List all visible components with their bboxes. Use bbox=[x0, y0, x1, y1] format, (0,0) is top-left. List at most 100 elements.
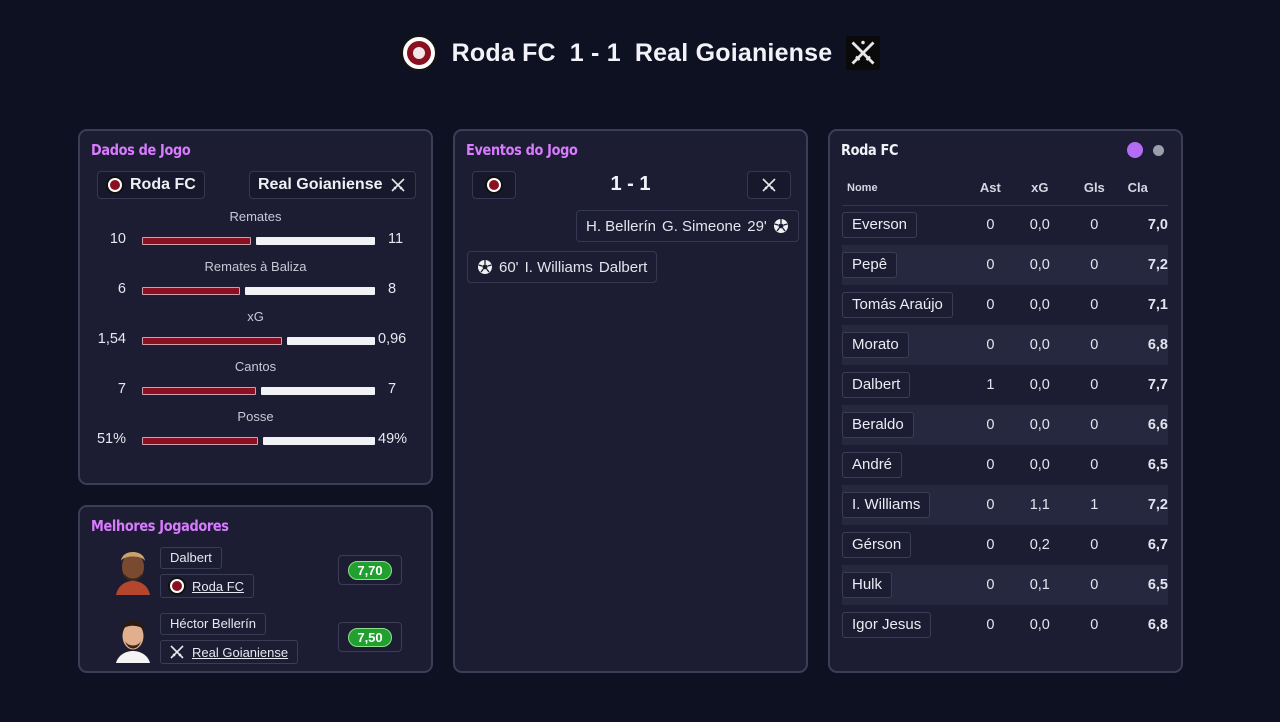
real-goianiense-crest-icon bbox=[168, 643, 186, 661]
column-header-gls[interactable]: Gls bbox=[1067, 171, 1122, 205]
stat-away-value: 11 bbox=[388, 231, 404, 247]
stat-away-value: 0,96 bbox=[378, 331, 407, 347]
column-header-ast[interactable]: Ast bbox=[968, 171, 1012, 205]
player-xg: 0,0 bbox=[1029, 377, 1050, 393]
player-goals: 0 bbox=[1090, 457, 1099, 473]
match-score: 1 - 1 bbox=[569, 38, 621, 67]
real-goianiense-crest-icon bbox=[389, 176, 407, 194]
player-xg: 1,1 bbox=[1012, 485, 1068, 525]
lineup-panel: Roda FC Nome Ast xG Gls Cla Everson 0 0,0 0… bbox=[828, 129, 1183, 673]
table-row[interactable]: Dalbert 1 0,0 0 7,7 bbox=[842, 365, 1168, 405]
event-minute: 29' bbox=[747, 217, 767, 235]
player-name-chip[interactable]: Igor Jesus bbox=[842, 612, 932, 638]
stat-label: Remates à Baliza bbox=[204, 259, 307, 274]
player-rating: 7,2 bbox=[1121, 485, 1168, 525]
player-goals: 0 bbox=[1090, 537, 1099, 553]
table-row[interactable]: Everson 0 0,0 0 7,0 bbox=[842, 205, 1168, 245]
stat-home-bar bbox=[142, 387, 256, 395]
best-player-name[interactable]: Dalbert bbox=[160, 547, 222, 569]
stat-away-bar bbox=[261, 387, 375, 395]
stat-home-value: 10 bbox=[109, 231, 126, 247]
stat-away-bar bbox=[287, 337, 375, 345]
player-rating: 6,8 bbox=[1147, 617, 1168, 633]
away-team-chip-label: Real Goianiense bbox=[258, 176, 383, 193]
player-rating: 6,5 bbox=[1147, 457, 1168, 473]
player-rating: 6,5 bbox=[1121, 565, 1168, 605]
table-row[interactable]: Igor Jesus 0 0,0 0 6,8 bbox=[842, 605, 1168, 645]
event-goal-home[interactable]: 60' I. Williams Dalbert bbox=[467, 251, 658, 283]
stat-home-bar bbox=[142, 237, 251, 245]
player-name-cell: André bbox=[842, 445, 968, 485]
table-row[interactable]: Hulk 0 0,1 0 6,5 bbox=[842, 565, 1168, 605]
column-header-xg[interactable]: xG bbox=[1013, 171, 1068, 205]
player-assists: 0 bbox=[968, 325, 1013, 365]
view-toggle-primary[interactable] bbox=[1127, 142, 1143, 158]
player-xg: 0,0 bbox=[1012, 325, 1068, 365]
event-assist: Dalbert bbox=[598, 258, 648, 276]
roda-fc-crest-icon bbox=[399, 34, 438, 72]
player-name-chip[interactable]: Dalbert bbox=[842, 372, 911, 398]
player-assists: 0 bbox=[986, 297, 995, 313]
player-name-chip[interactable]: Tomás Araújo bbox=[842, 292, 953, 318]
roda-fc-crest-icon bbox=[106, 176, 124, 194]
panel-title: Roda FC bbox=[841, 141, 899, 159]
stat-row: 1,54 0,96 bbox=[80, 331, 431, 349]
column-header-name[interactable]: Nome bbox=[842, 171, 968, 205]
table-row[interactable]: Tomás Araújo 0 0,0 0 7,1 bbox=[842, 285, 1168, 325]
player-name-chip[interactable]: Pepê bbox=[842, 252, 898, 278]
table-row[interactable]: Morato 0 0,0 0 6,8 bbox=[842, 325, 1168, 365]
player-name-chip[interactable]: Beraldo bbox=[842, 412, 914, 438]
best-player-club[interactable]: Real Goianiense bbox=[160, 640, 299, 664]
player-goals: 0 bbox=[1067, 565, 1122, 605]
away-team-chip[interactable]: Real Goianiense bbox=[249, 171, 416, 199]
best-player-name[interactable]: Héctor Bellerín bbox=[160, 613, 266, 635]
home-team-chip-label: Roda FC bbox=[130, 176, 196, 193]
home-team-chip[interactable]: Roda FC bbox=[97, 171, 205, 199]
club-link[interactable]: Real Goianiense bbox=[192, 645, 288, 660]
player-rating: 6,7 bbox=[1147, 537, 1168, 553]
stat-home-bar bbox=[142, 437, 258, 445]
player-xg: 0,0 bbox=[1029, 297, 1050, 313]
player-stats-table: Nome Ast xG Gls Cla Everson 0 0,0 0 7,0 Pepê 0… bbox=[842, 171, 1168, 645]
player-name-chip[interactable]: André bbox=[842, 452, 903, 478]
table-row[interactable]: Beraldo 0 0,0 0 6,6 bbox=[842, 405, 1168, 445]
best-player-club[interactable]: Roda FC bbox=[160, 574, 255, 598]
rating-badge: 7,50 bbox=[348, 627, 392, 647]
stat-label: Cantos bbox=[234, 359, 277, 374]
player-name-chip[interactable]: Everson bbox=[842, 212, 918, 239]
player-name-chip[interactable]: Hulk bbox=[842, 572, 893, 598]
player-assists: 0 bbox=[986, 537, 995, 553]
stat-away-bar bbox=[245, 287, 375, 295]
avatar bbox=[112, 543, 154, 595]
player-name-cell: Pepê bbox=[842, 245, 969, 285]
stat-away-value: 7 bbox=[388, 381, 397, 397]
table-row[interactable]: Pepê 0 0,0 0 7,2 bbox=[842, 245, 1168, 285]
away-team-chip[interactable] bbox=[747, 171, 791, 199]
player-name-chip[interactable]: Morato bbox=[842, 332, 909, 358]
roda-fc-crest-icon bbox=[168, 577, 186, 595]
player-rating: 7,0 bbox=[1147, 217, 1168, 234]
player-xg: 0,0 bbox=[1012, 245, 1068, 285]
player-assists: 0 bbox=[986, 617, 995, 633]
table-row[interactable]: I. Williams 0 1,1 1 7,2 bbox=[842, 485, 1168, 525]
stat-home-bar bbox=[142, 337, 282, 345]
player-name-chip[interactable]: I. Williams bbox=[842, 492, 931, 518]
column-header-cla[interactable]: Cla bbox=[1122, 171, 1168, 205]
stat-label: Remates bbox=[229, 209, 282, 224]
player-name-cell: Hulk bbox=[842, 565, 969, 605]
stat-row: 68 bbox=[80, 281, 431, 299]
player-name-chip[interactable]: Gérson bbox=[842, 532, 912, 558]
match-events-panel: Eventos do Jogo 1 - 1 H. Bellerín G. Sim… bbox=[453, 129, 808, 673]
real-goianiense-crest-icon bbox=[846, 36, 881, 70]
player-assists: 0 bbox=[968, 565, 1013, 605]
table-row[interactable]: Gérson 0 0,2 0 6,7 bbox=[842, 525, 1168, 565]
player-goals: 0 bbox=[1090, 617, 1099, 633]
stat-away-value: 49% bbox=[378, 431, 408, 447]
player-xg: 0,1 bbox=[1012, 565, 1068, 605]
stat-label: Posse bbox=[237, 409, 274, 424]
table-row[interactable]: André 0 0,0 0 6,5 bbox=[842, 445, 1168, 485]
club-link[interactable]: Roda FC bbox=[192, 579, 244, 594]
player-assists: 1 bbox=[986, 377, 995, 393]
event-goal-away[interactable]: H. Bellerín G. Simeone 29' bbox=[576, 210, 799, 242]
view-toggle-secondary[interactable] bbox=[1153, 145, 1164, 156]
